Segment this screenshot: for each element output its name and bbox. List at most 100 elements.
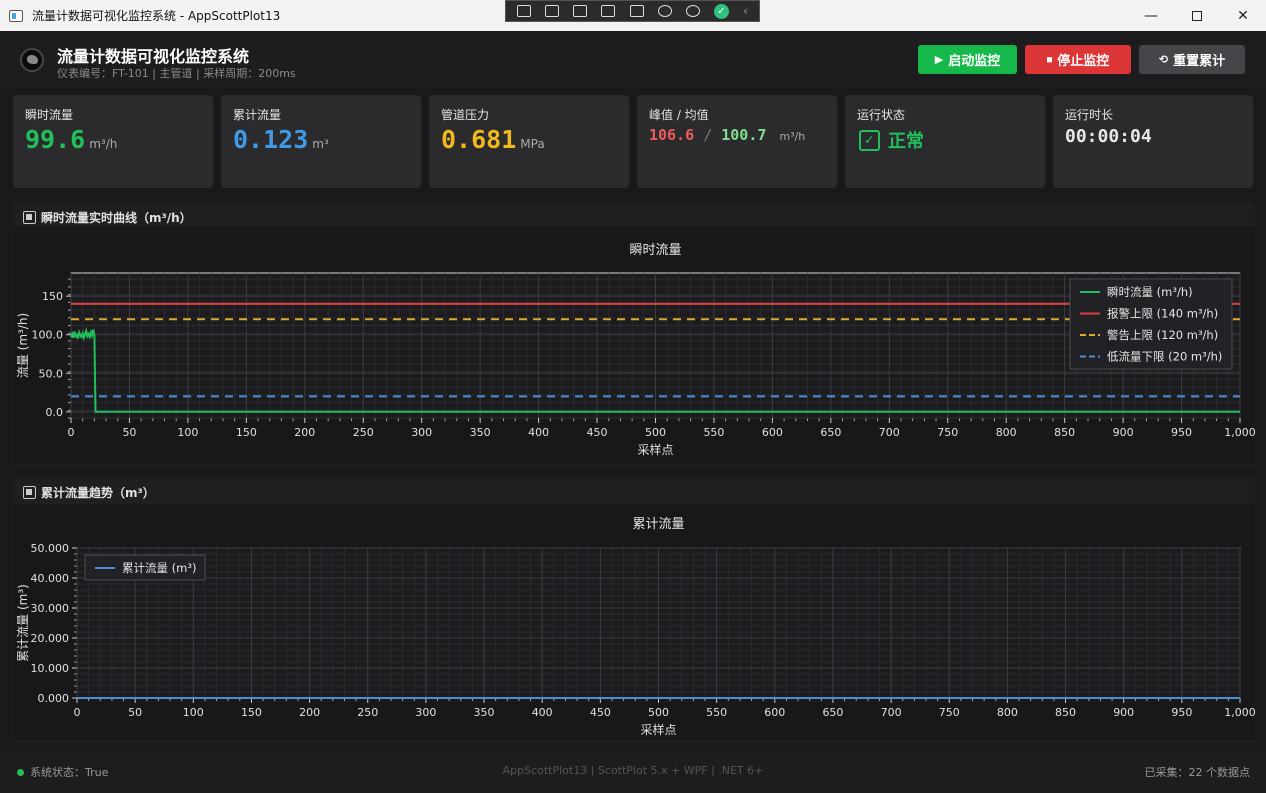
x-tick-label: 800 — [996, 426, 1017, 439]
start-monitor-label: 启动监控 — [948, 54, 1001, 69]
card-label: 管道压力 — [441, 108, 490, 122]
x-tick-label: 650 — [822, 706, 843, 719]
y-axis-label: 流量 (m³/h) — [16, 313, 30, 378]
x-tick-label: 200 — [299, 706, 320, 719]
accessibility-icon[interactable] — [685, 5, 700, 17]
y-tick-label: 100.0 — [32, 329, 64, 342]
x-tick-label: 450 — [590, 706, 611, 719]
avg-value: 100.7 — [721, 126, 767, 144]
instant-flow-value: 99.6 m³/h — [25, 125, 117, 154]
chart-title: 瞬时流量 — [629, 243, 681, 258]
checkbox-checked-icon: ✓ — [859, 129, 880, 151]
start-monitor-button[interactable]: ▶ 启动监控 — [918, 45, 1017, 74]
x-tick-label: 50 — [122, 426, 136, 439]
x-tick-label: 450 — [587, 426, 608, 439]
legend-label: 报警上限 (140 m³/h) — [1107, 307, 1218, 321]
hot-reload-icon[interactable] — [657, 5, 672, 17]
card-pressure: 管道压力 0.681 MPa — [429, 95, 629, 188]
window-titlebar: 流量计数据可视化监控系统 - AppScottPlot13 ✓ ‹ — ✕ — [0, 0, 1266, 31]
x-tick-label: 850 — [1054, 426, 1075, 439]
x-tick-label: 700 — [881, 706, 902, 719]
total-panel-title-text: 累计流量趋势（m³） — [41, 486, 155, 500]
instant-flow-unit: m³/h — [89, 137, 118, 151]
reset-total-button[interactable]: ⟲ 重置累计 — [1139, 45, 1245, 74]
y-tick-label: 50.000 — [31, 542, 70, 555]
x-axis-label: 采样点 — [637, 442, 673, 457]
peak-value: 106.6 — [649, 126, 695, 144]
checkmark-icon[interactable]: ✓ — [713, 3, 729, 19]
x-tick-label: 250 — [357, 706, 378, 719]
total-flow-unit: m³ — [312, 137, 329, 151]
window-title: 流量计数据可视化监控系统 - AppScottPlot13 — [32, 9, 281, 23]
x-tick-label: 0 — [74, 706, 81, 719]
flow-chart-panel: 瞬时流量实时曲线（m³/h） 瞬时流量 0 50 100 150 200 250 300 350… — [13, 202, 1256, 467]
x-tick-label: 800 — [997, 706, 1018, 719]
reset-icon: ⟲ — [1158, 53, 1169, 66]
maximize-button[interactable] — [1174, 0, 1220, 31]
flow-chart[interactable]: 瞬时流量 0 50 100 150 200 250 300 350 400 450 500 550 600… — [13, 226, 1256, 464]
x-tick-label: 650 — [820, 426, 841, 439]
app-window-icon — [9, 9, 23, 22]
legend-label: 警告上限 (120 m³/h) — [1107, 328, 1218, 342]
x-tick-label: 300 — [411, 426, 432, 439]
card-label: 瞬时流量 — [25, 108, 74, 122]
display-layout-icon[interactable] — [601, 5, 616, 17]
reset-total-label: 重置累计 — [1173, 54, 1226, 69]
legend-label: 瞬时流量 (m³/h) — [1107, 285, 1193, 299]
x-tick-label: 500 — [648, 706, 669, 719]
maximize-icon — [1192, 10, 1202, 21]
flow-panel-title-text: 瞬时流量实时曲线（m³/h） — [41, 211, 192, 225]
pressure-number: 0.681 — [441, 125, 517, 154]
total-chart[interactable]: 累计流量 0 50 100 150 200 250 300 350 400 450 500 550 600… — [13, 504, 1256, 740]
instant-flow-number: 99.6 — [25, 125, 86, 154]
video-icon[interactable] — [545, 5, 560, 17]
pressure-unit: MPa — [520, 137, 545, 151]
app-header: 流量计数据可视化监控系统 仪表编号：FT-101 | 主管道 | 采样周期：20… — [0, 31, 1266, 88]
x-tick-label: 900 — [1113, 706, 1134, 719]
chart-icon — [23, 211, 36, 224]
card-label: 运行状态 — [857, 108, 906, 122]
stop-monitor-button[interactable]: ⏹ 停止监控 — [1025, 45, 1131, 74]
pointer-select-icon[interactable] — [573, 5, 588, 17]
x-tick-label: 900 — [1113, 426, 1134, 439]
x-axis-label: 采样点 — [640, 722, 676, 737]
x-tick-label: 750 — [937, 426, 958, 439]
x-tick-label: 700 — [879, 426, 900, 439]
total-chart-area[interactable]: 累计流量 0 50 100 150 200 250 300 350 400 450 500 550 600… — [13, 504, 1256, 740]
x-tick-label: 950 — [1171, 706, 1192, 719]
x-tick-label: 100 — [177, 426, 198, 439]
minimize-button[interactable]: — — [1128, 0, 1174, 31]
total-flow-number: 0.123 — [233, 125, 309, 154]
track-focus-icon[interactable] — [629, 5, 644, 17]
x-tick-label: 500 — [645, 426, 666, 439]
x-tick-label: 600 — [764, 706, 785, 719]
stop-icon: ⏹ — [1046, 52, 1053, 66]
peak-avg-values: 106.6 / 100.7 m³/h — [649, 126, 805, 144]
x-tick-label: 1,000 — [1224, 706, 1255, 719]
x-tick-label: 150 — [236, 426, 257, 439]
x-tick-label: 350 — [474, 706, 495, 719]
y-tick-label: 20.000 — [31, 632, 70, 645]
y-tick-label: 150 — [42, 290, 63, 303]
card-label: 累计流量 — [233, 108, 282, 122]
logo-icon — [20, 48, 44, 72]
collapse-chevron-icon[interactable]: ‹ — [743, 4, 748, 18]
x-tick-label: 0 — [68, 426, 75, 439]
select-element-icon[interactable] — [517, 5, 532, 17]
flow-chart-area[interactable]: 瞬时流量 0 50 100 150 200 250 300 350 400 450 500 550 600… — [13, 226, 1256, 464]
x-tick-label: 150 — [241, 706, 262, 719]
x-tick-label: 550 — [706, 706, 727, 719]
card-label: 运行时长 — [1065, 108, 1114, 122]
y-tick-label: 10.000 — [31, 662, 70, 675]
x-tick-label: 200 — [294, 426, 315, 439]
close-button[interactable]: ✕ — [1220, 0, 1266, 31]
runtime-value: 00:00:04 — [1065, 126, 1152, 147]
sample-count: 已采集：22 个数据点 — [1144, 766, 1251, 779]
debug-toolbar: ✓ ‹ — [505, 0, 760, 22]
y-tick-label: 50.0 — [39, 367, 64, 380]
status-bar: 系统状态：True AppScottPlot13 | ScottPlot 5.x… — [0, 746, 1266, 793]
card-total-flow: 累计流量 0.123 m³ — [221, 95, 421, 188]
minimize-icon: — — [1144, 7, 1158, 24]
card-run-status: 运行状态 ✓ 正常 — [845, 95, 1045, 188]
y-tick-label: 0.0 — [46, 406, 64, 419]
